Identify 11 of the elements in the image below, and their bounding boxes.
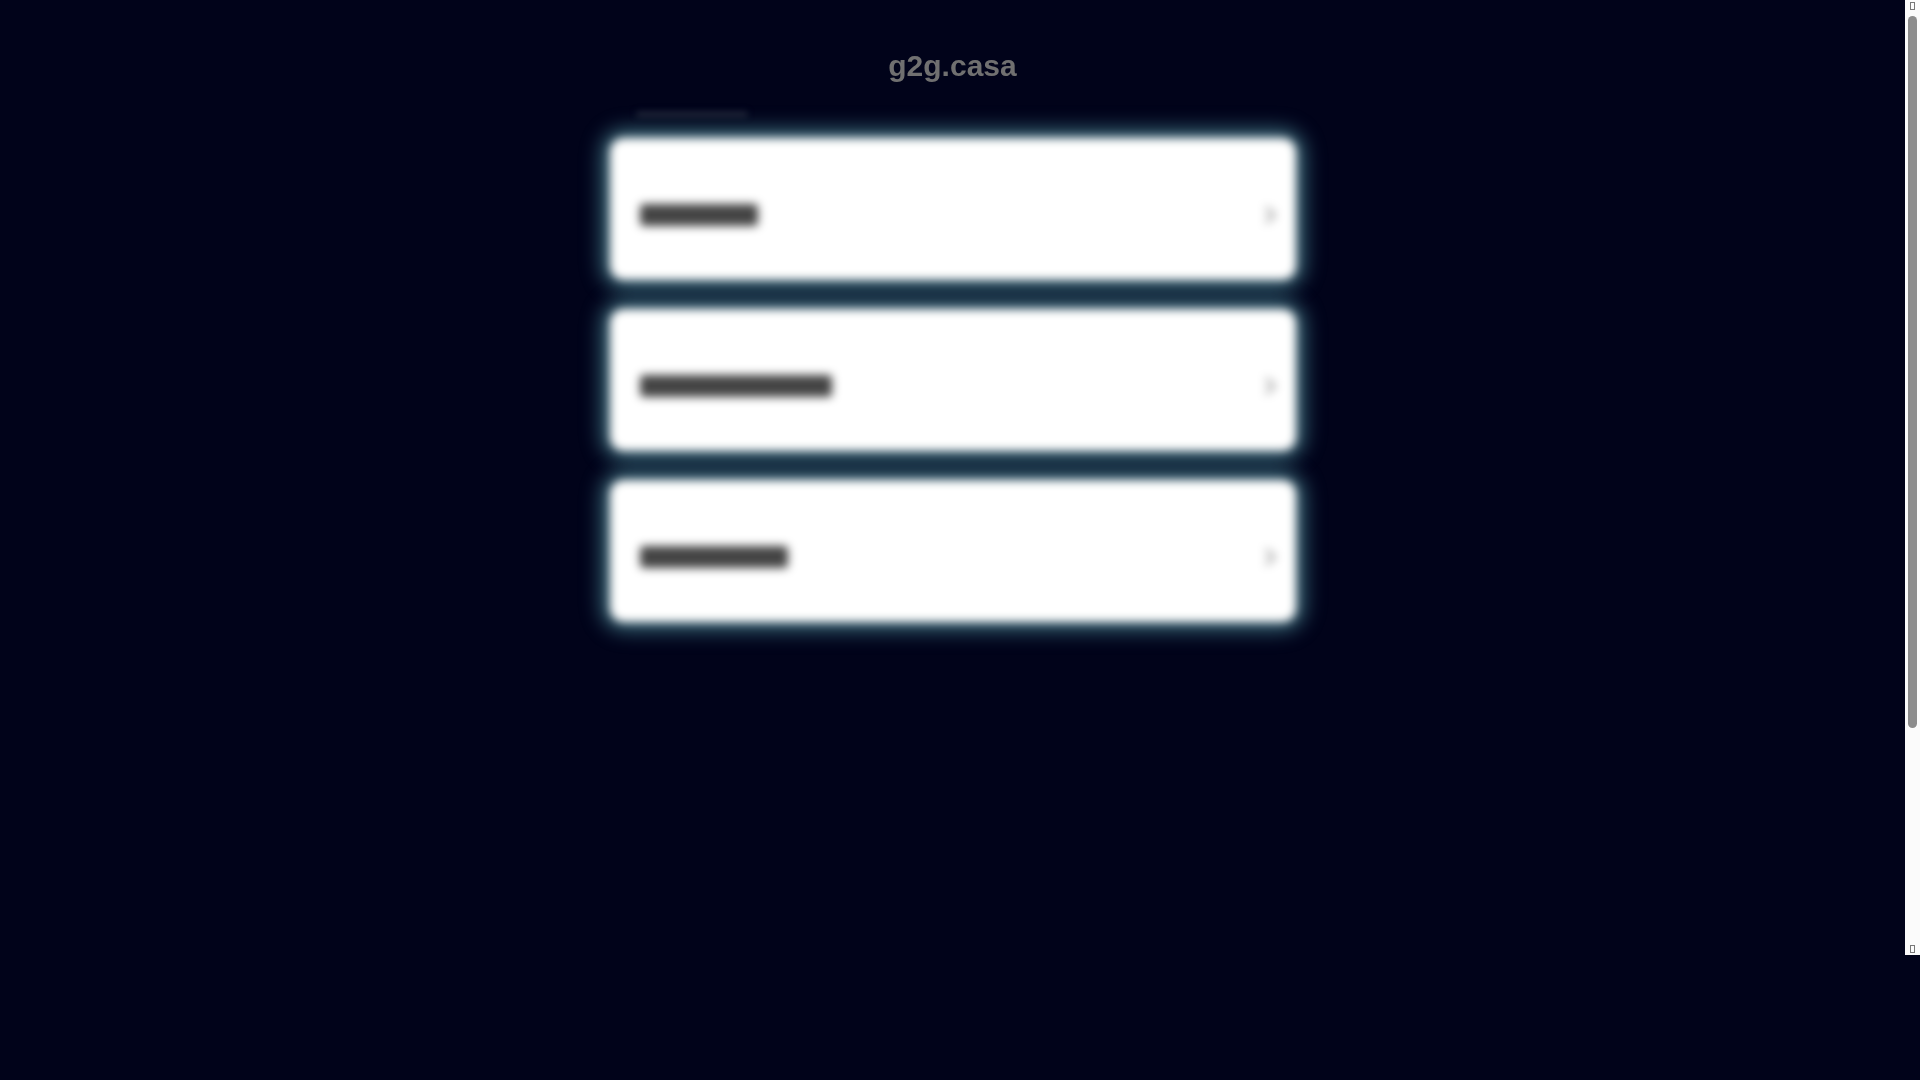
scrollbar-thumb[interactable] xyxy=(1908,16,1917,728)
link-card[interactable] xyxy=(609,480,1296,622)
missing-glyph-icon[interactable] xyxy=(1910,2,1915,10)
site-title: g2g.casa xyxy=(888,48,1017,84)
blurred-chevron-icon xyxy=(1263,548,1276,566)
blurred-chevron-icon xyxy=(1263,206,1276,224)
link-card[interactable] xyxy=(609,309,1296,451)
link-card[interactable] xyxy=(609,138,1296,280)
blurred-chevron-icon xyxy=(1263,377,1276,395)
missing-glyph-icon[interactable] xyxy=(1910,945,1915,953)
scrollbar[interactable] xyxy=(1905,0,1920,955)
